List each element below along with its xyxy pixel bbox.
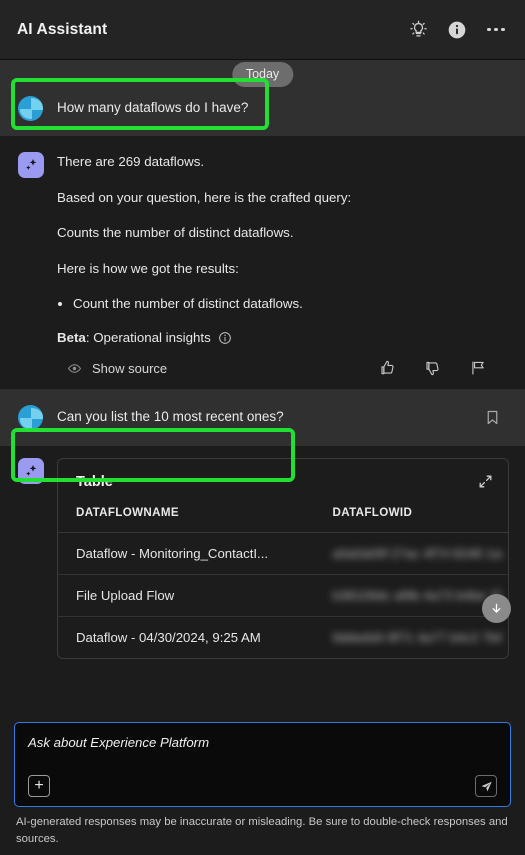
scroll-down-button[interactable]	[482, 594, 511, 624]
add-attachment-button[interactable]: +	[28, 775, 50, 798]
assistant-message-body: There are 269 dataflows. Based on your q…	[57, 152, 509, 385]
send-button[interactable]	[475, 775, 497, 798]
assistant-sparkle-icon	[18, 152, 44, 178]
conversation-scroll-area[interactable]: Today How many dataflows do I have? Ther…	[0, 60, 525, 723]
user-message-1: How many dataflows do I have?	[0, 80, 525, 136]
result-table-card: Table DATAFLOWNAME DATAFLOWID Dataflow -…	[57, 458, 509, 660]
user-message-2: Can you list the 10 most recent ones?	[0, 389, 525, 447]
user-message-text: How many dataflows do I have?	[57, 99, 249, 115]
source-and-feedback-row: Show source	[57, 359, 509, 377]
table-row[interactable]: File Upload Flow b38109dc af9b 4a73 b4be…	[58, 574, 508, 618]
avatar	[18, 95, 43, 121]
expand-icon[interactable]	[477, 473, 494, 490]
beta-label: Beta: Operational insights	[57, 330, 211, 345]
assistant-message-1: There are 269 dataflows. Based on your q…	[0, 136, 525, 390]
show-source-label: Show source	[92, 360, 168, 376]
redacted-value: b38109dc af9b 4a73 b4be 70b1a	[332, 588, 503, 604]
thumbs-down-icon[interactable]	[424, 359, 442, 377]
assistant-line-2: Based on your question, here is the craf…	[57, 189, 352, 205]
ai-disclaimer: AI-generated responses may be inaccurate…	[16, 816, 508, 845]
thumbs-up-icon[interactable]	[379, 359, 397, 377]
panel-header: AI Assistant	[0, 0, 525, 60]
column-header-dataflowid[interactable]: DATAFLOWID	[314, 502, 508, 534]
table-header-row: DATAFLOWNAME DATAFLOWID	[58, 502, 508, 534]
assistant-sparkle-icon	[18, 458, 44, 485]
redacted-value: 9dda4d4 8f71 4a77 b4c2 7b64c	[332, 630, 503, 646]
cell-dataflowid: 9dda4d4 8f71 4a77 b4c2 7b64c	[315, 617, 509, 659]
assistant-line-4: Here is how we got the results:	[57, 260, 239, 276]
composer-area: Ask about Experience Platform + AI-gener…	[0, 722, 525, 855]
beta-description-text: : Operational insights	[85, 330, 211, 346]
assistant-message-2: Table DATAFLOWNAME DATAFLOWID Dataflow -…	[0, 446, 525, 660]
info-icon[interactable]	[446, 19, 468, 41]
ai-assistant-panel: AI Assistant Today How many dataflows do…	[0, 0, 525, 855]
eye-icon	[67, 361, 82, 376]
assistant-bullet-list: Count the number of distinct dataflows.	[57, 295, 509, 314]
more-options-icon[interactable]	[485, 19, 507, 41]
table-row[interactable]: Dataflow - Monitoring_ContactI... a0a0a0…	[58, 532, 508, 576]
table-title: Table	[76, 473, 113, 490]
cell-dataflowid: b38109dc af9b 4a73 b4be 70b1a	[314, 574, 508, 618]
list-item: Count the number of distinct dataflows.	[73, 295, 509, 314]
show-source-button[interactable]: Show source	[67, 361, 167, 376]
feedback-actions	[379, 359, 509, 377]
cell-dataflowname: Dataflow - Monitoring_ContactI...	[58, 532, 315, 576]
header-actions	[407, 19, 507, 41]
lightbulb-icon[interactable]	[407, 19, 429, 41]
cell-dataflowname: Dataflow - 04/30/2024, 9:25 AM	[76, 630, 261, 646]
beta-label-text: Beta	[57, 330, 86, 346]
assistant-line-3: Counts the number of distinct dataflows.	[57, 225, 294, 241]
avatar	[18, 405, 43, 431]
redacted-value: a0a0a09f 27ac 4f74 8248 1adf3	[332, 546, 503, 562]
date-divider-label: Today	[231, 62, 294, 87]
column-header-dataflowname[interactable]: DATAFLOWNAME	[58, 502, 315, 534]
cell-dataflowid: a0a0a09f 27ac 4f74 8248 1adf3	[314, 532, 508, 576]
flag-icon[interactable]	[469, 359, 487, 377]
assistant-line-1: There are 269 dataflows.	[57, 154, 205, 169]
user-message-text: Can you list the 10 most recent ones?	[57, 409, 284, 425]
table-row[interactable]: Dataflow - 04/30/2024, 9:25 AM 9dda4d4 8…	[58, 617, 508, 659]
chat-input-container[interactable]: Ask about Experience Platform +	[14, 722, 511, 808]
date-divider: Today	[0, 60, 525, 87]
cell-dataflowname: File Upload Flow	[58, 574, 315, 618]
table-card-header: Table	[58, 459, 508, 502]
composer-toolbar: +	[28, 775, 497, 798]
results-table: DATAFLOWNAME DATAFLOWID Dataflow - Monit…	[58, 502, 508, 658]
chat-input[interactable]: Ask about Experience Platform	[28, 735, 497, 775]
bookmark-icon[interactable]	[481, 407, 503, 429]
page-title: AI Assistant	[17, 20, 108, 38]
beta-badge-row: Beta: Operational insights	[57, 330, 509, 345]
beta-info-icon[interactable]	[218, 331, 232, 345]
